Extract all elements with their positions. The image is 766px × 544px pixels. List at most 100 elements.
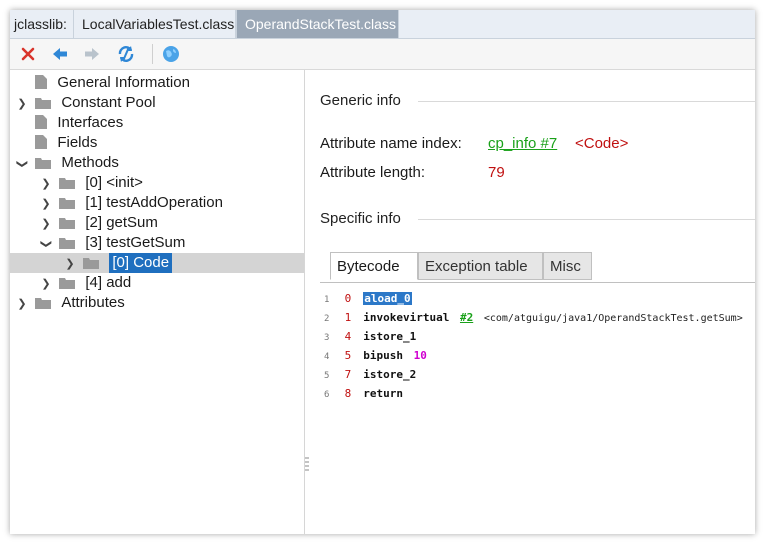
folder-icon [59, 198, 76, 209]
tree-item-interfaces[interactable]: Interfaces [14, 113, 123, 133]
tree-item-label: Attributes [61, 294, 125, 311]
bytecode-line[interactable]: 2 1 invokevirtual #2 <com/atguigu/java1/… [324, 309, 743, 327]
file-icon [35, 135, 48, 149]
bytecode-opcode: aload_0 [363, 292, 412, 305]
forward-icon [85, 48, 99, 60]
bytecode-offset: 0 [344, 292, 352, 305]
tree-item-label: Constant Pool [61, 94, 156, 111]
detail-panel: Generic info Attribute name index: cp_in… [320, 70, 755, 534]
web-button[interactable] [159, 42, 183, 66]
tree-item-method-init[interactable]: ❯ [0] <init> [38, 173, 143, 193]
bytecode-line[interactable]: 3 4 istore_1 [324, 328, 416, 346]
file-icon [35, 115, 48, 129]
folder-icon [35, 98, 52, 109]
tab-bar: jclasslib: LocalVariablesTest.class Oper… [10, 10, 755, 39]
bytecode-opcode: invokevirtual [363, 311, 450, 324]
tree-item-label: General Information [57, 74, 190, 91]
back-button[interactable] [48, 42, 72, 66]
tree-item-attributes[interactable]: ❯ Attributes [14, 293, 125, 314]
tab-bytecode[interactable]: Bytecode [330, 252, 418, 280]
tab-exception-table[interactable]: Exception table [418, 252, 543, 280]
bytecode-offset: 4 [344, 330, 352, 343]
chevron-right-icon[interactable]: ❯ [62, 254, 78, 274]
bytecode-offset: 7 [344, 368, 352, 381]
chevron-right-icon[interactable]: ❯ [38, 194, 54, 214]
chevron-right-icon[interactable]: ❯ [38, 174, 54, 194]
chevron-down-icon[interactable]: ❯ [12, 156, 32, 172]
tab-misc[interactable]: Misc [543, 252, 592, 280]
attribute-name-value: <Code> [575, 135, 629, 152]
tree-item-constant-pool[interactable]: ❯ Constant Pool [14, 93, 156, 114]
toolbar [10, 39, 755, 70]
back-icon [53, 48, 67, 60]
attribute-length-label: Attribute length: [320, 164, 426, 181]
folder-icon [83, 258, 100, 269]
folder-icon [59, 278, 76, 289]
line-number: 2 [324, 314, 330, 324]
chevron-right-icon[interactable]: ❯ [14, 94, 30, 114]
bytecode-operand: 10 [413, 349, 427, 362]
close-button[interactable] [16, 42, 40, 66]
tab-localvariablestest[interactable]: LocalVariablesTest.class [73, 10, 236, 38]
web-icon [163, 46, 179, 62]
tree-item-methods[interactable]: ❯ Methods [14, 153, 119, 173]
attribute-length-value: 79 [488, 164, 505, 181]
folder-icon [59, 238, 76, 249]
line-number: 5 [324, 371, 330, 381]
tab-operandstacktest[interactable]: OperandStackTest.class [236, 10, 399, 38]
line-number: 1 [324, 295, 330, 305]
tree-item-label: [4] add [85, 274, 132, 291]
toolbar-separator [152, 44, 153, 64]
forward-button[interactable] [80, 42, 104, 66]
generic-info-divider [418, 101, 755, 102]
bytecode-offset: 1 [344, 311, 352, 324]
bytecode-view[interactable]: 1 0 aload_0 2 1 invokevirtual #2 <com/at… [320, 285, 755, 534]
folder-icon [35, 158, 52, 169]
bytecode-comment: <com/atguigu/java1/OperandStackTest.getS… [483, 313, 743, 324]
tree-item-label: [3] testGetSum [85, 234, 186, 251]
chevron-right-icon[interactable]: ❯ [38, 274, 54, 294]
tree-item-label: Methods [61, 154, 119, 171]
bytecode-opcode: bipush [363, 349, 403, 362]
bytecode-opcode: istore_1 [363, 330, 417, 343]
tree-item-method-getsum[interactable]: ❯ [2] getSum [38, 213, 158, 233]
line-number: 6 [324, 390, 330, 400]
chevron-right-icon[interactable]: ❯ [14, 294, 30, 314]
line-number: 3 [324, 333, 330, 343]
tree-item-label: Fields [57, 134, 98, 151]
file-icon [35, 75, 48, 89]
tree-item-label: [1] testAddOperation [85, 194, 223, 211]
bytecode-line[interactable]: 5 7 istore_2 [324, 366, 416, 384]
tree-item-method-testgetsum[interactable]: ❯ [3] testGetSum [38, 233, 185, 253]
tree-item-general-information[interactable]: General Information [14, 73, 190, 93]
bytecode-offset: 5 [344, 349, 352, 362]
bytecode-line[interactable]: 6 8 return [324, 385, 403, 403]
tree-item-label: [0] <init> [85, 174, 143, 191]
refresh-button[interactable] [114, 42, 138, 66]
specific-info-divider [418, 219, 755, 220]
folder-icon [59, 178, 76, 189]
bytecode-opcode: return [363, 387, 403, 400]
class-structure-tree: General Information ❯ Constant Pool Inte… [10, 70, 305, 534]
close-icon [21, 47, 35, 61]
constant-pool-ref-link[interactable]: #2 [460, 311, 473, 324]
chevron-down-icon[interactable]: ❯ [36, 236, 56, 252]
attribute-name-index-label: Attribute name index: [320, 135, 462, 152]
tree-item-label-selected: [0] Code [109, 253, 173, 273]
bytecode-line[interactable]: 4 5 bipush 10 [324, 347, 427, 365]
folder-icon [35, 298, 52, 309]
tree-item-code-attribute[interactable]: ❯ [0] Code [62, 253, 173, 274]
jclasslib-window: jclasslib: LocalVariablesTest.class Oper… [10, 10, 755, 534]
tree-item-method-testaddoperation[interactable]: ❯ [1] testAddOperation [38, 193, 223, 213]
cp-info-link[interactable]: cp_info #7 [488, 135, 557, 152]
app-prefix-label: jclasslib: [14, 16, 67, 32]
chevron-right-icon[interactable]: ❯ [38, 214, 54, 234]
folder-icon [59, 218, 76, 229]
generic-info-title: Generic info [320, 92, 401, 109]
tree-item-label: Interfaces [57, 114, 124, 131]
splitter-grip-icon[interactable] [304, 455, 310, 475]
tree-item-fields[interactable]: Fields [14, 133, 97, 153]
specific-info-title: Specific info [320, 210, 401, 227]
tree-item-method-add[interactable]: ❯ [4] add [38, 273, 131, 293]
bytecode-line[interactable]: 1 0 aload_0 [324, 290, 412, 308]
